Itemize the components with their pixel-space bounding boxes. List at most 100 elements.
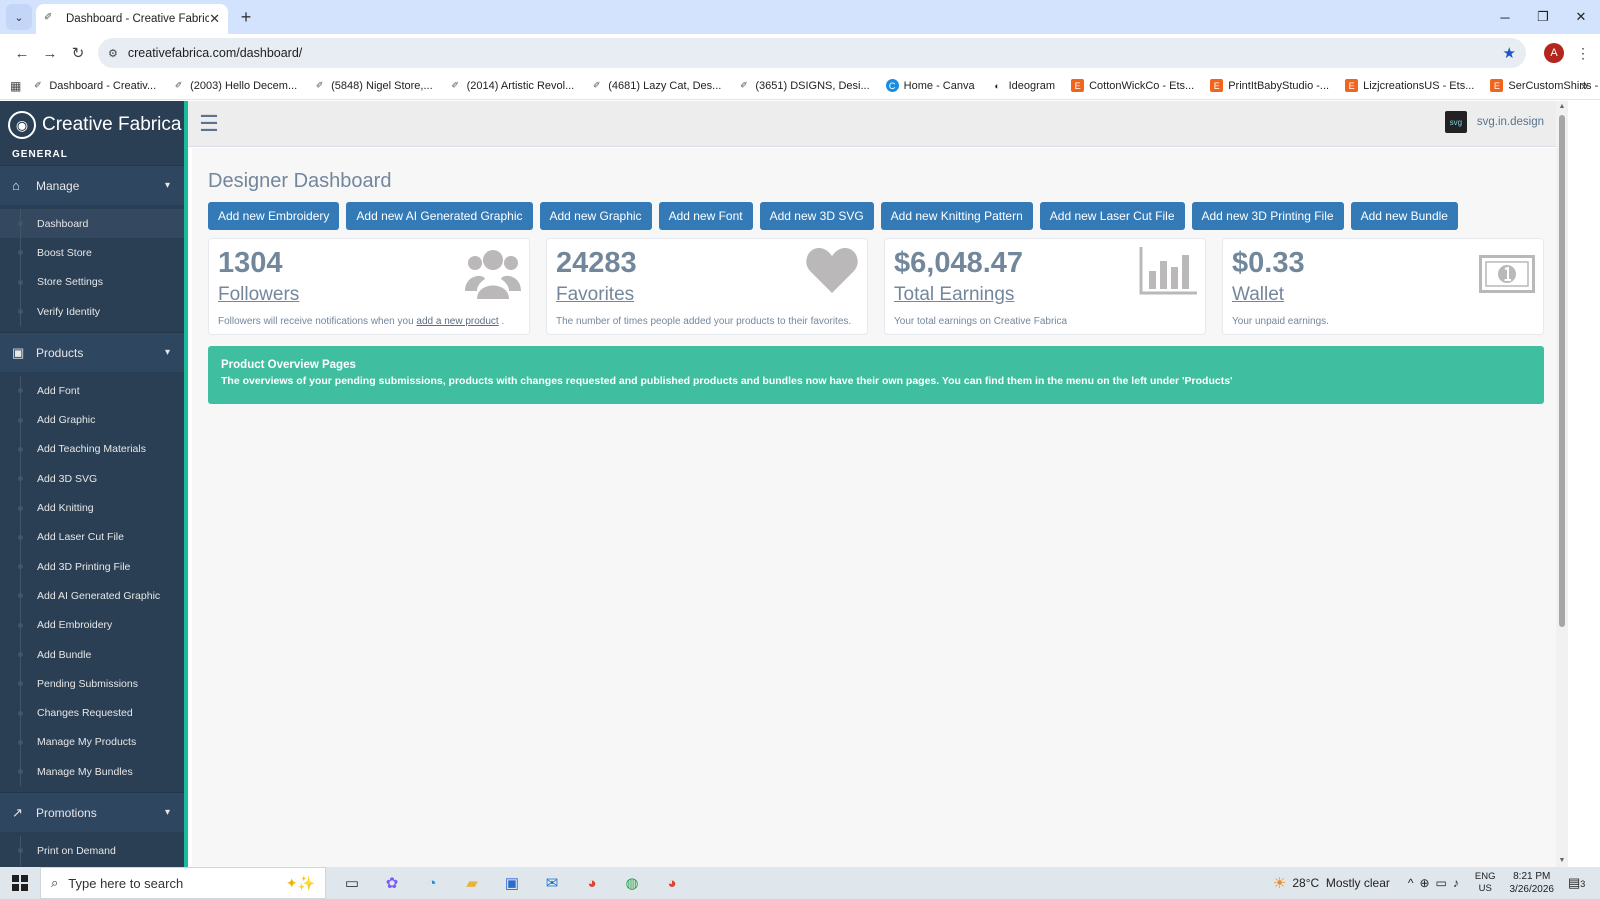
add-new-product-link[interactable]: add a new product	[416, 316, 498, 327]
search-icon: ⌕	[51, 875, 59, 890]
sidebar-item-print-on-demand[interactable]: Print on Demand	[0, 836, 184, 866]
add-laser-cut-file-button[interactable]: Add new Laser Cut File	[1039, 202, 1185, 230]
stat-card-favorites: 24283 Favorites The number of times peop…	[546, 238, 868, 335]
tray-icons[interactable]: ^⊕▭♪	[1408, 876, 1465, 890]
edge-icon[interactable]: ◔	[412, 867, 452, 899]
address-bar[interactable]: ⚙ creativefabrica.com/dashboard/ ★	[98, 38, 1526, 68]
sidebar-item-add-laser-cut-file[interactable]: Add Laser Cut File	[0, 522, 184, 553]
sidebar-item-add-3d-svg[interactable]: Add 3D SVG	[0, 464, 184, 494]
sidebar-item-verify-identity[interactable]: Verify Identity	[0, 296, 184, 327]
scroll-up-icon[interactable]: ▲	[1556, 101, 1568, 113]
sidebar-item-dashboard[interactable]: Dashboard	[0, 209, 184, 239]
add-embroidery-button[interactable]: Add new Embroidery	[208, 202, 340, 230]
microsoft-store-icon[interactable]: ▣	[492, 867, 532, 899]
scroll-down-icon[interactable]: ▼	[1556, 855, 1568, 867]
add-knitting-pattern-button[interactable]: Add new Knitting Pattern	[880, 202, 1033, 230]
add-font-button[interactable]: Add new Font	[658, 202, 753, 230]
forward-icon[interactable]: →	[36, 39, 64, 67]
scrollbar-thumb[interactable]	[1559, 115, 1565, 627]
money-bill-icon	[1479, 247, 1535, 298]
back-icon[interactable]: ←	[8, 39, 36, 67]
bookmark-item[interactable]: ✐ (4681) Lazy Cat, Des...	[590, 79, 721, 92]
bookmark-item[interactable]: ✐ (3651) DSIGNS, Desi...	[737, 79, 870, 92]
sidebar-item-changes-requested[interactable]: Changes Requested	[0, 698, 184, 729]
add-graphic-button[interactable]: Add new Graphic	[539, 202, 652, 230]
sidebar-item-add-3d-printing-file[interactable]: Add 3D Printing File	[0, 551, 184, 582]
chrome-profile-icon[interactable]: ◕	[652, 867, 692, 899]
language-indicator[interactable]: ENG US	[1475, 871, 1496, 895]
weather-sun-icon: ☀	[1272, 875, 1287, 892]
site-info-icon[interactable]: ⚙	[108, 47, 118, 60]
stat-card-followers: 1304 Followers Followers will receive no…	[208, 238, 530, 335]
whatsapp-icon[interactable]: ◍	[612, 867, 652, 899]
bookmark-star-icon[interactable]: ★	[1503, 44, 1516, 62]
bookmark-item[interactable]: E PrintItBabyStudio -...	[1210, 79, 1329, 92]
taskbar-search-box[interactable]: ⌕ Type here to search ✦✨	[40, 867, 326, 899]
sidebar-item-add-teaching-materials[interactable]: Add Teaching Materials	[0, 434, 184, 465]
page-scrollbar[interactable]: ▲ ▼	[1556, 101, 1568, 867]
sidebar-item-add-embroidery[interactable]: Add Embroidery	[0, 610, 184, 641]
hamburger-menu-icon[interactable]: ☰	[188, 111, 230, 137]
apps-grid-icon[interactable]: ▦	[10, 79, 21, 93]
copilot-icon[interactable]: ✿	[372, 867, 412, 899]
task-view-icon[interactable]: ▭	[332, 867, 372, 899]
ideogram-favicon-icon: ◐	[994, 80, 1000, 91]
sidebar-item-pending-submissions[interactable]: Pending Submissions	[0, 669, 184, 699]
new-tab-button[interactable]: +	[232, 3, 260, 31]
alert-title: Product Overview Pages	[221, 359, 356, 371]
browser-tab-active[interactable]: ✐ Dashboard - Creative Fabrica ✕	[36, 4, 228, 34]
menu-promotions[interactable]: ↗ Promotions ▾	[0, 792, 184, 833]
bookmark-label: Home - Canva	[903, 79, 975, 92]
sidebar-item-manage-my-bundles[interactable]: Manage My Bundles	[0, 757, 184, 787]
user-menu[interactable]: svg svg.in.design	[1444, 111, 1544, 133]
bookmark-item[interactable]: ✐ (2014) Artistic Revol...	[449, 79, 575, 92]
add-3d-svg-button[interactable]: Add new 3D SVG	[759, 202, 874, 230]
notification-icon[interactable]: ▤3	[1568, 875, 1592, 891]
alert-text: The overviews of your pending submission…	[221, 375, 1233, 387]
sidebar-item-add-graphic[interactable]: Add Graphic	[0, 405, 184, 436]
add-bundle-button[interactable]: Add new Bundle	[1350, 202, 1458, 230]
reload-icon[interactable]: ↻	[64, 39, 92, 67]
image-icon: ▣	[12, 344, 25, 360]
bookmark-label: (2014) Artistic Revol...	[466, 79, 575, 92]
bookmark-item[interactable]: ✐ (2003) Hello Decem...	[172, 79, 297, 92]
chevron-down-icon: ▾	[164, 180, 170, 191]
browser-menu-icon[interactable]: ⋮	[1574, 45, 1592, 62]
restore-icon[interactable]: ❐	[1524, 0, 1562, 34]
weather-widget[interactable]: ☀ 28°C Mostly clear	[1273, 874, 1390, 892]
url-text[interactable]: creativefabrica.com/dashboard/	[128, 46, 1503, 60]
stat-card-total-earnings: $6,048.47 Total Earnings Your total earn…	[884, 238, 1206, 335]
bookmark-item[interactable]: E LizjcreationsUS - Ets...	[1345, 79, 1474, 92]
bookmark-item[interactable]: E CottonWickCo - Ets...	[1071, 79, 1194, 92]
brand[interactable]: ◉ Creative Fabrica	[0, 101, 184, 149]
sidebar-item-boost-store[interactable]: Boost Store	[0, 238, 184, 268]
close-window-icon[interactable]: ✕	[1562, 0, 1600, 34]
bookmark-label: (5848) Nigel Store,...	[331, 79, 433, 92]
bookmark-item[interactable]: ✐ (5848) Nigel Store,...	[313, 79, 433, 92]
sidebar-item-add-ai-generated-graphic[interactable]: Add AI Generated Graphic	[0, 581, 184, 611]
more-bookmarks-icon[interactable]: »	[1581, 78, 1588, 93]
clock[interactable]: 8:21 PM 3/26/2026	[1510, 870, 1555, 896]
add-ai-graphic-button[interactable]: Add new AI Generated Graphic	[346, 202, 533, 230]
tab-search-button[interactable]: ⌄	[6, 4, 32, 30]
bookmark-label: (2003) Hello Decem...	[190, 79, 298, 92]
sidebar-item-store-settings[interactable]: Store Settings	[0, 267, 184, 298]
bookmark-item[interactable]: ◐ Ideogram	[991, 79, 1055, 92]
chrome-icon[interactable]: ◕	[572, 867, 612, 899]
profile-avatar[interactable]: A	[1544, 43, 1564, 63]
bookmark-item[interactable]: ✐ Dashboard - Creativ...	[31, 79, 156, 92]
username: svg.in.design	[1476, 116, 1544, 128]
sidebar-item-add-bundle[interactable]: Add Bundle	[0, 639, 184, 670]
minimize-icon[interactable]: ─	[1486, 0, 1524, 34]
add-3d-printing-file-button[interactable]: Add new 3D Printing File	[1191, 202, 1344, 230]
sidebar-item-manage-my-products[interactable]: Manage My Products	[0, 727, 184, 758]
bookmark-item[interactable]: C Home - Canva	[885, 79, 975, 92]
sidebar-item-add-knitting[interactable]: Add Knitting	[0, 493, 184, 523]
windows-start-icon[interactable]	[0, 867, 40, 899]
sidebar-item-add-font[interactable]: Add Font	[0, 376, 184, 406]
close-tab-icon[interactable]: ✕	[209, 11, 220, 27]
file-explorer-icon[interactable]: ▰	[452, 867, 492, 899]
menu-products[interactable]: ▣ Products ▾	[0, 332, 184, 373]
outlook-icon[interactable]: ✉	[532, 867, 572, 899]
menu-manage[interactable]: ⌂ Manage ▾	[0, 165, 184, 205]
